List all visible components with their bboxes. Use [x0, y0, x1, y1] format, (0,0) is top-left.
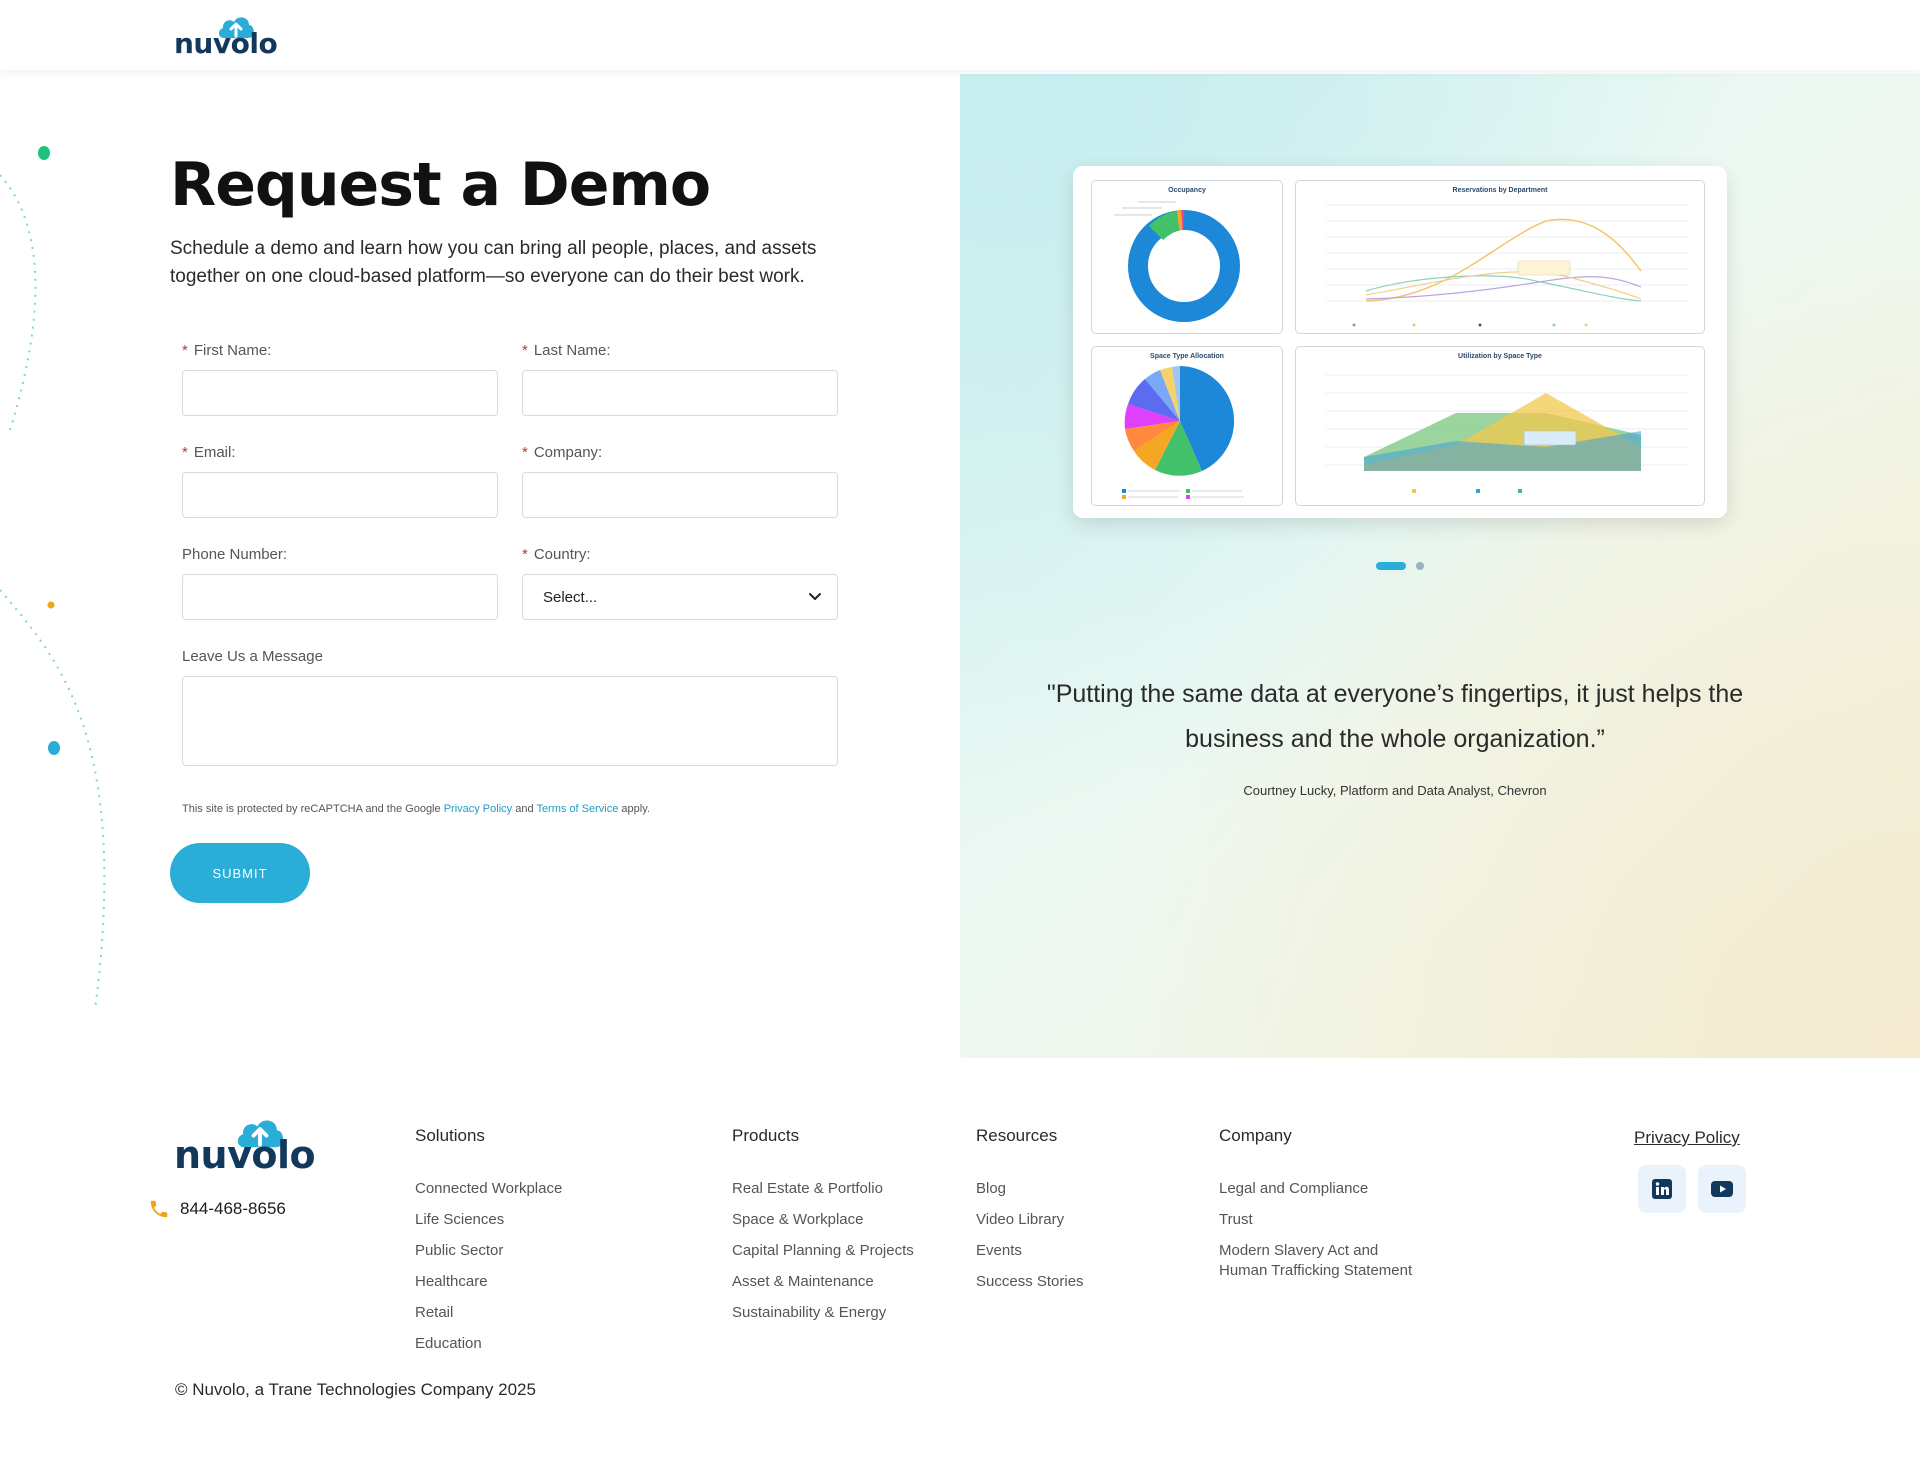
page-title: Request a Demo: [170, 150, 711, 220]
space-allocation-panel: Space Type Allocation: [1091, 346, 1283, 506]
first-name-label: * First Name:: [182, 342, 272, 359]
company-label: * Company:: [522, 444, 603, 461]
footer-link[interactable]: Trust: [1219, 1210, 1253, 1230]
reservations-panel: Reservations by Department: [1295, 180, 1705, 334]
occupancy-donut: [1114, 201, 1240, 322]
page-subtitle: Schedule a demo and learn how you can br…: [170, 238, 817, 287]
dashboard-screenshot: Occupancy Reservations by Department Spa…: [1073, 166, 1727, 518]
message-label: Leave Us a Message: [182, 648, 323, 665]
youtube-icon: [1711, 1181, 1733, 1197]
decorative-dotted-curve: [0, 146, 106, 1011]
phone-label: Phone Number:: [182, 546, 288, 563]
phone-input[interactable]: [182, 574, 498, 620]
footer-privacy-policy-link[interactable]: Privacy Policy: [1634, 1128, 1740, 1148]
site-header: nuvolo: [0, 0, 1920, 70]
privacy-policy-link[interactable]: Privacy Policy: [444, 803, 512, 815]
footer-link[interactable]: Video Library: [976, 1210, 1064, 1230]
testimonial-author: Courtney Lucky, Platform and Data Analys…: [1243, 783, 1547, 798]
footer-logo[interactable]: nuvolo: [174, 1116, 316, 1174]
footer-link[interactable]: Human Trafficking Statement: [1219, 1261, 1412, 1281]
linkedin-icon: [1652, 1179, 1672, 1199]
required-marker: *: [522, 444, 528, 461]
footer-link[interactable]: Success Stories: [976, 1272, 1084, 1292]
last-name-label: * Last Name:: [522, 342, 611, 359]
footer-link[interactable]: Retail: [415, 1303, 453, 1323]
first-name-input[interactable]: [182, 370, 498, 416]
footer-link[interactable]: Education: [415, 1334, 482, 1354]
country-select-value: Select...: [543, 588, 598, 606]
phone-icon: [150, 1200, 168, 1218]
footer-copyright: © Nuvolo, a Trane Technologies Company 2…: [175, 1380, 536, 1399]
footer-heading-company: Company: [1219, 1126, 1292, 1145]
required-marker: *: [522, 546, 528, 563]
footer-heading-products: Products: [732, 1126, 800, 1145]
logo-wordmark: nuvolo: [174, 27, 278, 60]
carousel-dot-active[interactable]: [1376, 562, 1406, 570]
recaptcha-notice: This site is protected by reCAPTCHA and …: [182, 803, 650, 815]
footer-link[interactable]: Asset & Maintenance: [732, 1272, 874, 1292]
footer-link[interactable]: Space & Workplace: [732, 1210, 863, 1230]
email-label: * Email:: [182, 444, 236, 461]
space-allocation-pie: [1122, 366, 1244, 499]
footer-link[interactable]: Modern Slavery Act and: [1219, 1241, 1378, 1261]
carousel-dot[interactable]: [1416, 562, 1424, 570]
utilization-area-chart: [1326, 374, 1688, 493]
country-label: * Country:: [522, 546, 591, 563]
reservations-line-chart: [1326, 204, 1688, 327]
header-logo[interactable]: nuvolo: [174, 14, 278, 58]
footer-link[interactable]: Connected Workplace: [415, 1179, 562, 1199]
required-marker: *: [182, 342, 188, 359]
email-input[interactable]: [182, 472, 498, 518]
logo-wordmark: nuvolo: [174, 1133, 316, 1177]
utilization-panel: Utilization by Space Type: [1295, 346, 1705, 506]
chevron-down-icon: [809, 593, 821, 600]
demo-form-section: Request a Demo Schedule a demo and learn…: [0, 70, 960, 1058]
submit-button[interactable]: SUBMIT: [170, 843, 310, 903]
footer-link[interactable]: Events: [976, 1241, 1022, 1261]
footer-link[interactable]: Healthcare: [415, 1272, 488, 1292]
youtube-button[interactable]: [1698, 1165, 1746, 1213]
footer-link[interactable]: Blog: [976, 1179, 1006, 1199]
footer-link[interactable]: Sustainability & Energy: [732, 1303, 886, 1323]
footer-link[interactable]: Legal and Compliance: [1219, 1179, 1368, 1199]
required-marker: *: [182, 444, 188, 461]
message-textarea[interactable]: [182, 676, 838, 766]
footer-link[interactable]: Capital Planning & Projects: [732, 1241, 914, 1261]
country-select[interactable]: Select...: [522, 574, 838, 620]
linkedin-button[interactable]: [1638, 1165, 1686, 1213]
showcase-section: Occupancy Reservations by Department Spa…: [960, 74, 1920, 1058]
footer-link[interactable]: Public Sector: [415, 1241, 503, 1261]
footer-phone-number: 844-468-8656: [180, 1199, 286, 1218]
site-footer: nuvolo 844-468-8656 Solutions Connected …: [0, 1058, 1920, 1481]
company-input[interactable]: [522, 472, 838, 518]
footer-link[interactable]: Life Sciences: [415, 1210, 504, 1230]
testimonial-quote: "Putting the same data at everyone’s fin…: [1046, 680, 1744, 753]
footer-link[interactable]: Real Estate & Portfolio: [732, 1179, 883, 1199]
terms-of-service-link[interactable]: Terms of Service: [536, 803, 618, 815]
footer-heading-resources: Resources: [976, 1126, 1058, 1145]
required-marker: *: [522, 342, 528, 359]
last-name-input[interactable]: [522, 370, 838, 416]
footer-phone[interactable]: 844-468-8656: [148, 1198, 286, 1220]
footer-heading-solutions: Solutions: [415, 1126, 485, 1145]
occupancy-panel: Occupancy: [1091, 180, 1283, 334]
